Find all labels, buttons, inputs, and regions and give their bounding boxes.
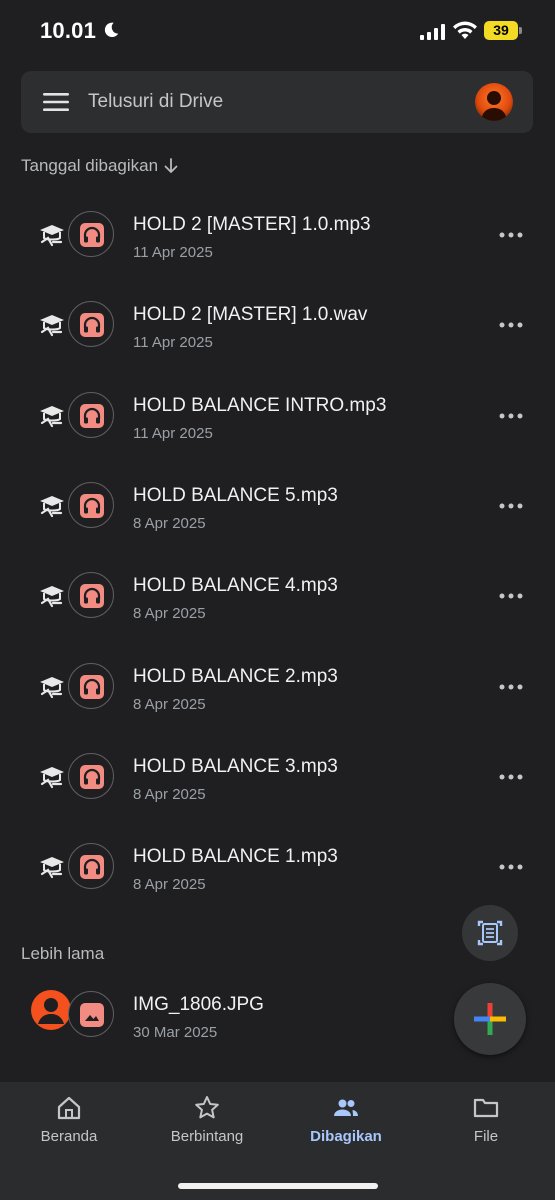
home-icon: [57, 1096, 81, 1120]
sort-toggle[interactable]: Tanggal dibagikan: [21, 156, 180, 176]
document-scan-icon: [477, 920, 503, 946]
owner-person-icon: [31, 990, 71, 1030]
headphones-icon: [83, 678, 101, 695]
battery-indicator: 39: [484, 21, 518, 40]
owner-logo-icon: [40, 225, 64, 247]
more-options-icon[interactable]: [496, 497, 526, 515]
plus-icon: [474, 1003, 506, 1035]
file-name: HOLD 2 [MASTER] 1.0.wav: [133, 304, 368, 325]
more-options-icon[interactable]: [496, 768, 526, 786]
file-type-icon: [68, 753, 114, 799]
nav-home[interactable]: Beranda: [9, 1094, 129, 1154]
file-date: 11 Apr 2025: [133, 334, 213, 351]
file-date: 11 Apr 2025: [133, 244, 213, 261]
owner-logo-icon: [40, 315, 64, 337]
file-name: HOLD 2 [MASTER] 1.0.mp3: [133, 214, 371, 235]
headphones-icon: [83, 497, 101, 514]
file-date: 8 Apr 2025: [133, 515, 206, 532]
file-row[interactable]: HOLD BALANCE 4.mp3 8 Apr 2025: [0, 557, 555, 647]
wifi-icon: [453, 21, 477, 39]
file-row[interactable]: HOLD 2 [MASTER] 1.0.wav 11 Apr 2025: [0, 286, 555, 376]
headphones-icon: [83, 407, 101, 424]
file-name: HOLD BALANCE 3.mp3: [133, 756, 338, 777]
file-name: HOLD BALANCE INTRO.mp3: [133, 395, 387, 416]
file-row[interactable]: HOLD BALANCE INTRO.mp3 11 Apr 2025: [0, 377, 555, 467]
more-options-icon[interactable]: [496, 407, 526, 425]
file-date: 8 Apr 2025: [133, 786, 206, 803]
file-type-icon: [68, 991, 114, 1037]
file-type-icon: [68, 663, 114, 709]
arrow-down-icon: [164, 158, 178, 174]
person-icon: [38, 998, 64, 1024]
file-type-icon: [68, 482, 114, 528]
nav-starred[interactable]: Berbintang: [147, 1094, 267, 1154]
more-options-icon[interactable]: [496, 316, 526, 334]
file-date: 30 Mar 2025: [133, 1024, 218, 1041]
file-row[interactable]: HOLD 2 [MASTER] 1.0.mp3 11 Apr 2025: [0, 196, 555, 286]
home-indicator: [178, 1183, 378, 1189]
nav-shared[interactable]: Dibagikan: [286, 1094, 406, 1154]
sort-label: Tanggal dibagikan: [21, 156, 159, 175]
status-time: 10.01: [40, 18, 97, 43]
file-type-icon: [68, 211, 114, 257]
search-bar[interactable]: Telusuri di Drive: [21, 71, 533, 133]
more-options-icon[interactable]: [496, 858, 526, 876]
file-date: 8 Apr 2025: [133, 605, 206, 622]
nav-shared-label: Dibagikan: [310, 1128, 382, 1145]
star-icon: [195, 1096, 219, 1119]
more-options-icon[interactable]: [496, 587, 526, 605]
file-name: HOLD BALANCE 5.mp3: [133, 485, 338, 506]
file-row[interactable]: HOLD BALANCE 3.mp3 8 Apr 2025: [0, 738, 555, 828]
moon-icon: [104, 22, 119, 38]
nav-starred-label: Berbintang: [170, 1128, 244, 1145]
file-date: 8 Apr 2025: [133, 876, 206, 893]
more-options-icon[interactable]: [496, 678, 526, 696]
headphones-icon: [83, 768, 101, 785]
nav-files[interactable]: File: [426, 1094, 546, 1154]
file-type-icon: [68, 392, 114, 438]
owner-logo-icon: [40, 767, 64, 789]
owner-logo-icon: [40, 586, 64, 608]
owner-logo-icon: [40, 406, 64, 428]
more-options-icon[interactable]: [496, 226, 526, 244]
file-type-icon: [68, 843, 114, 889]
account-avatar[interactable]: [475, 83, 513, 121]
file-row[interactable]: HOLD BALANCE 5.mp3 8 Apr 2025: [0, 467, 555, 557]
owner-logo-icon: [40, 677, 64, 699]
owner-logo-icon: [40, 857, 64, 879]
avatar-figure-icon: [481, 91, 507, 121]
file-type-icon: [68, 301, 114, 347]
section-header-older: Lebih lama: [21, 944, 105, 963]
file-date: 8 Apr 2025: [133, 696, 206, 713]
file-date: 11 Apr 2025: [133, 425, 213, 442]
nav-files-label: File: [473, 1128, 499, 1145]
file-row[interactable]: HOLD BALANCE 2.mp3 8 Apr 2025: [0, 648, 555, 738]
search-input[interactable]: Telusuri di Drive: [88, 91, 223, 113]
status-bar: 10.01 39: [0, 0, 555, 62]
headphones-icon: [83, 858, 101, 875]
file-name: IMG_1806.JPG: [133, 994, 264, 1015]
people-icon: [334, 1099, 358, 1116]
folder-icon: [473, 1098, 499, 1118]
file-name: HOLD BALANCE 4.mp3: [133, 575, 338, 596]
file-name: HOLD BALANCE 2.mp3: [133, 666, 338, 687]
menu-icon[interactable]: [43, 91, 69, 113]
new-button[interactable]: [454, 983, 526, 1055]
file-type-icon: [68, 572, 114, 618]
headphones-icon: [83, 226, 101, 243]
scan-button[interactable]: [462, 905, 518, 961]
owner-logo-icon: [40, 496, 64, 518]
file-name: HOLD BALANCE 1.mp3: [133, 846, 338, 867]
image-icon: [85, 1015, 99, 1021]
headphones-icon: [83, 316, 101, 333]
headphones-icon: [83, 587, 101, 604]
signal-icon: [420, 24, 445, 40]
nav-home-label: Beranda: [40, 1128, 98, 1145]
battery-tip: [519, 27, 522, 34]
